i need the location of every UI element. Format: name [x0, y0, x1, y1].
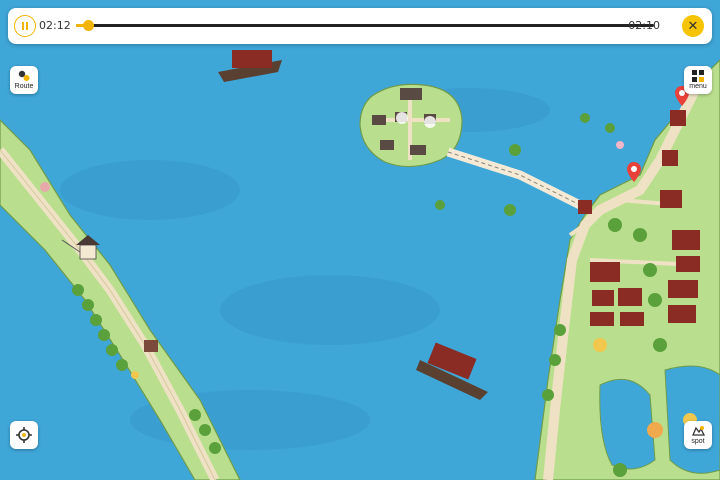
current-time: 02:12 [39, 19, 71, 32]
progress-handle[interactable] [82, 20, 94, 31]
close-icon: ✕ [687, 18, 699, 34]
total-time: 02:10 [628, 19, 660, 32]
pause-icon [22, 22, 24, 30]
menu-label: menu [689, 82, 707, 90]
central-island [359, 83, 463, 168]
map-pin-icon[interactable] [627, 162, 641, 182]
locate-icon [16, 427, 32, 443]
route-label: Route [14, 82, 34, 90]
progress-track[interactable] [76, 20, 654, 31]
route-icon [18, 70, 30, 81]
lake-map[interactable] [0, 0, 720, 480]
route-button[interactable]: Route [10, 66, 38, 94]
spot-button[interactable]: spot [684, 421, 712, 449]
grid-icon [692, 69, 704, 82]
menu-button[interactable]: menu [684, 66, 712, 94]
spot-label: spot [691, 437, 705, 445]
lock-icon [424, 116, 436, 128]
lock-icon [396, 112, 408, 124]
close-button[interactable]: ✕ [682, 15, 704, 37]
locate-button[interactable] [10, 421, 38, 449]
causeway-hut [144, 340, 158, 352]
audio-player-bar: 02:12 02:10 ✕ [8, 8, 712, 44]
pause-button[interactable] [14, 15, 36, 37]
spot-icon [692, 425, 705, 436]
